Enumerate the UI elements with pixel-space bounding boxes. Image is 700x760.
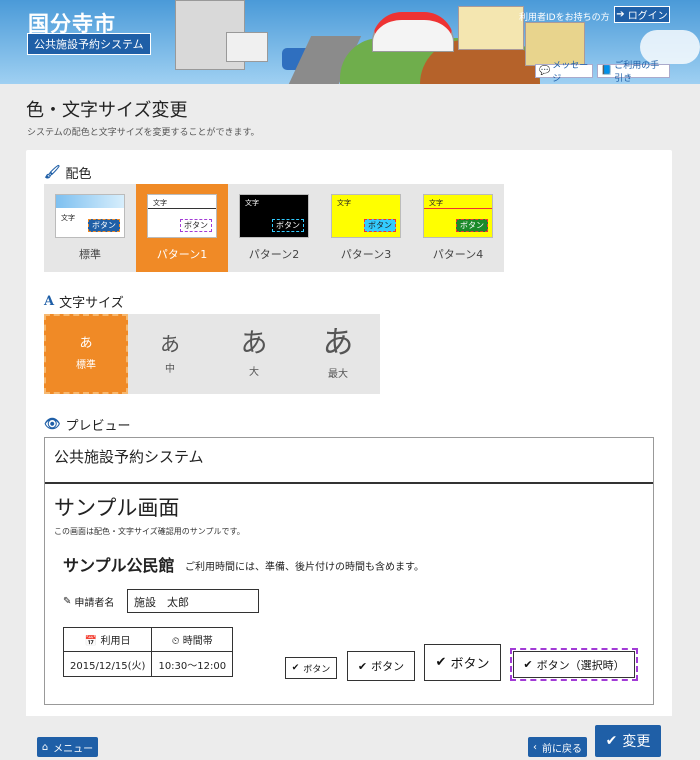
preview-header: 公共施設予約システム bbox=[45, 438, 653, 484]
table-row: 2015/12/15(火) 10:30〜12:00 bbox=[62, 651, 234, 677]
size-option-medium[interactable]: あ 中 bbox=[128, 314, 212, 394]
home-icon: ⌂ bbox=[41, 741, 49, 753]
table-cell-date: 2015/12/15(火) bbox=[62, 651, 153, 677]
login-button[interactable]: ➔ ログイン bbox=[614, 6, 670, 23]
table-cell-time: 10:30〜12:00 bbox=[151, 651, 234, 677]
color-thumb-standard: 文字 ボタン bbox=[55, 194, 125, 238]
size-section-label: A 文字サイズ bbox=[44, 294, 124, 311]
color-thumb-pattern3: 文字 ボタン bbox=[331, 194, 401, 238]
change-button[interactable]: ✔ 変更 bbox=[595, 725, 661, 757]
preview-applicant-input[interactable]: 施設 太郎 bbox=[127, 589, 259, 613]
calendar-icon: 📅 bbox=[84, 636, 98, 647]
guide-button[interactable]: 📘 ご利用の手引き bbox=[597, 61, 670, 84]
check-icon: ✔ bbox=[357, 659, 368, 673]
preview-note: ご利用時間には、準備、後片付けの時間も含めます。 bbox=[185, 562, 424, 573]
preview-screen-title: サンプル画面 bbox=[54, 496, 180, 520]
check-icon: ✔ bbox=[523, 658, 533, 671]
eye-icon: 👁 bbox=[44, 417, 61, 432]
size-option-largest[interactable]: あ 最大 bbox=[296, 314, 380, 394]
clock-icon: ⏲ bbox=[171, 636, 180, 647]
preview-place-name: サンプル公民館 bbox=[63, 556, 175, 575]
pencil-icon: ✎ bbox=[63, 596, 72, 607]
message-button[interactable]: 💬 メッセージ bbox=[535, 61, 593, 84]
check-icon: ✔ bbox=[605, 733, 618, 749]
preview-button-selected[interactable]: ✔ ボタン（選択時） bbox=[510, 648, 638, 681]
login-label: ログイン bbox=[627, 11, 668, 22]
color-option-pattern3[interactable]: 文字 ボタン パターン3 bbox=[320, 184, 412, 272]
preview-system-title: 公共施設予約システム bbox=[54, 448, 204, 466]
book-icon: 📘 bbox=[601, 66, 613, 76]
guide-label: ご利用の手引き bbox=[614, 61, 660, 84]
preview-section-label: 👁 プレビュー bbox=[44, 417, 131, 434]
login-icon: ➔ bbox=[616, 9, 625, 20]
menu-button[interactable]: ⌂ メニュー bbox=[37, 737, 98, 757]
size-option-large[interactable]: あ 大 bbox=[212, 314, 296, 394]
color-option-pattern1[interactable]: 文字 ボタン パターン1 bbox=[136, 184, 228, 272]
color-option-pattern4[interactable]: 文字 ボタン パターン4 bbox=[412, 184, 504, 272]
paintbrush-icon: 🖌 bbox=[44, 165, 61, 180]
color-thumb-pattern4: 文字 ボタン bbox=[423, 194, 493, 238]
id-holder-text: 利用者IDをお持ちの方 bbox=[519, 13, 610, 23]
font-size-icon: A bbox=[44, 294, 55, 309]
site-header: 国分寺市 公共施設予約システム 利用者IDをお持ちの方 ➔ ログイン 💬 メッセ… bbox=[0, 0, 700, 84]
table-header-time: ⏲ 時間帯 bbox=[151, 627, 234, 652]
color-thumb-pattern2: 文字 ボタン bbox=[239, 194, 309, 238]
color-thumb-pattern1: 文字 ボタン bbox=[147, 194, 217, 238]
size-option-standard[interactable]: あ 標準 bbox=[44, 314, 128, 394]
preview-panel: 公共施設予約システム サンプル画面 この画面は配色・文字サイズ確認用のサンプルで… bbox=[44, 437, 654, 705]
preview-button-medium[interactable]: ✔ ボタン bbox=[347, 651, 415, 681]
preview-button-large[interactable]: ✔ ボタン bbox=[424, 644, 501, 681]
table-header-row: 📅 利用日 ⏲ 時間帯 bbox=[62, 627, 234, 652]
chevron-left-icon: ‹ bbox=[533, 741, 537, 753]
page-title: 色・文字サイズ変更 bbox=[26, 100, 188, 121]
preview-button-small[interactable]: ✔ ボタン bbox=[285, 657, 337, 679]
color-option-standard[interactable]: 文字 ボタン 標準 bbox=[44, 184, 136, 272]
preview-table: 📅 利用日 ⏲ 時間帯 2015/12/15(火) 10:30〜12:00 bbox=[62, 627, 234, 677]
back-button[interactable]: ‹ 前に戻る bbox=[528, 737, 587, 757]
check-icon: ✔ bbox=[291, 663, 300, 673]
color-option-pattern2[interactable]: 文字 ボタン パターン2 bbox=[228, 184, 320, 272]
check-icon: ✔ bbox=[435, 655, 447, 670]
page-description: システムの配色と文字サイズを変更することができます。 bbox=[27, 128, 260, 138]
system-name-badge: 公共施設予約システム bbox=[27, 33, 151, 55]
footer-bar: ⌂ メニュー ‹ 前に戻る ✔ 変更 bbox=[0, 716, 700, 760]
message-label: メッセージ bbox=[552, 61, 589, 84]
color-section-label: 🖌 配色 bbox=[44, 165, 92, 182]
speech-bubble-icon: 💬 bbox=[539, 66, 551, 76]
preview-applicant-label: ✎ 申請者名 bbox=[63, 596, 115, 609]
preview-description: この画面は配色・文字サイズ確認用のサンプルです。 bbox=[54, 527, 245, 536]
table-header-date: 📅 利用日 bbox=[62, 627, 153, 652]
